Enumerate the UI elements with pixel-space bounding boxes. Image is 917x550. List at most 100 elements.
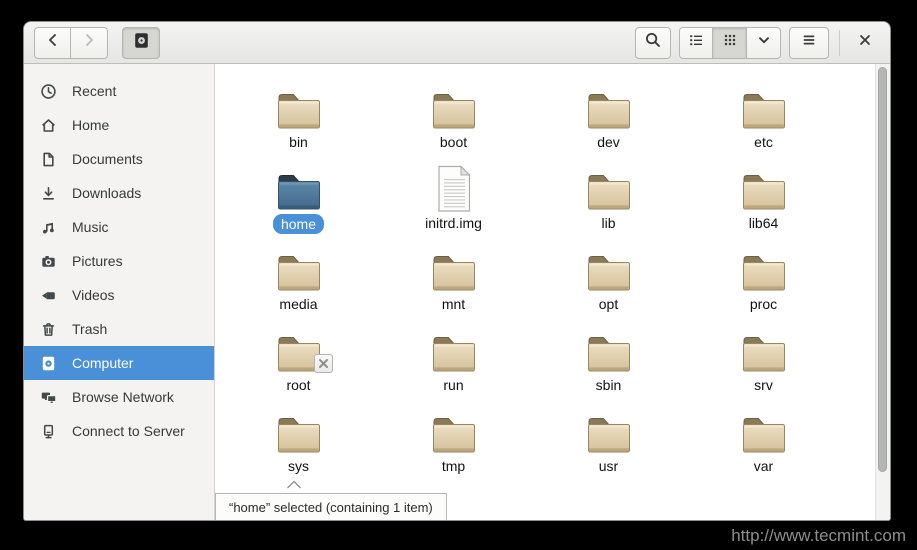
sidebar-item-label: Documents (72, 151, 143, 167)
selection-status-text: “home” selected (containing 1 item) (229, 500, 433, 515)
sidebar-item-trash[interactable]: Trash (24, 312, 214, 346)
sidebar-item-connect-to-server[interactable]: Connect to Server (24, 414, 214, 448)
folder-icon (428, 76, 480, 133)
chevron-down-icon (755, 31, 773, 54)
hamburger-icon (800, 31, 818, 54)
file-item-label: tmp (442, 457, 465, 475)
sidebar-item-label: Music (72, 219, 109, 235)
main-area: Recent Home Documents Downloads Music Picture… (24, 64, 890, 520)
file-item-label: srv (754, 376, 773, 394)
folder-icon (583, 157, 635, 214)
sidebar-item-computer[interactable]: Computer (24, 346, 214, 380)
file-item-label: sys (288, 457, 309, 475)
folder-selected-icon (273, 157, 325, 214)
home-icon (40, 117, 57, 134)
file-item-var[interactable]: var (686, 400, 841, 481)
file-item-label: sbin (596, 376, 622, 394)
clock-icon (40, 83, 57, 100)
file-item-label: media (279, 295, 317, 313)
places-sidebar: Recent Home Documents Downloads Music Picture… (24, 64, 215, 520)
folder-icon (273, 76, 325, 133)
search-button[interactable] (635, 27, 671, 59)
selection-status-bar: “home” selected (containing 1 item) (215, 493, 447, 520)
file-item-sys[interactable]: sys (221, 400, 376, 481)
folder-icon (583, 238, 635, 295)
sidebar-item-label: Pictures (72, 253, 123, 269)
folder-icon (273, 400, 325, 457)
sidebar-item-home[interactable]: Home (24, 108, 214, 142)
file-item-label: usr (599, 457, 618, 475)
file-item-label: mnt (442, 295, 465, 313)
sidebar-item-label: Connect to Server (72, 423, 185, 439)
file-item-label: boot (440, 133, 467, 151)
file-item-bin[interactable]: bin (221, 76, 376, 157)
download-icon (40, 185, 57, 202)
folder-icon (738, 238, 790, 295)
sidebar-item-music[interactable]: Music (24, 210, 214, 244)
file-item-label: opt (599, 295, 618, 313)
file-item-run[interactable]: run (376, 319, 531, 400)
chevron-right-icon (80, 31, 98, 54)
file-item-dev[interactable]: dev (531, 76, 686, 157)
file-item-root[interactable]: root (221, 319, 376, 400)
document-icon (40, 151, 57, 168)
file-item-boot[interactable]: boot (376, 76, 531, 157)
forward-button[interactable] (71, 27, 108, 59)
file-item-etc[interactable]: etc (686, 76, 841, 157)
music-icon (40, 219, 57, 236)
location-computer-button[interactable] (122, 27, 160, 59)
file-item-lib64[interactable]: lib64 (686, 157, 841, 238)
file-item-label: proc (750, 295, 777, 313)
scrollbar-thumb[interactable] (878, 67, 887, 472)
vertical-scrollbar[interactable] (875, 64, 890, 520)
file-item-label: initrd.img (425, 214, 482, 232)
sidebar-item-label: Home (72, 117, 109, 133)
sidebar-item-downloads[interactable]: Downloads (24, 176, 214, 210)
folder-icon (738, 76, 790, 133)
file-item-label: var (754, 457, 773, 475)
file-item-label: root (286, 376, 310, 394)
file-item-media[interactable]: media (221, 238, 376, 319)
folder-icon (428, 319, 480, 376)
file-item-label: run (443, 376, 463, 394)
file-item-usr[interactable]: usr (531, 400, 686, 481)
folder-icon (583, 319, 635, 376)
list-view-button[interactable] (679, 27, 713, 59)
sidebar-item-browse-network[interactable]: Browse Network (24, 380, 214, 414)
sidebar-item-label: Trash (72, 321, 107, 337)
view-list-icon (687, 31, 705, 54)
file-item-label: dev (597, 133, 620, 151)
sidebar-item-documents[interactable]: Documents (24, 142, 214, 176)
file-item-initrd-img[interactable]: initrd.img (376, 157, 531, 238)
file-item-opt[interactable]: opt (531, 238, 686, 319)
close-x-icon (857, 32, 873, 53)
back-button[interactable] (34, 27, 71, 59)
statusbar-collapse-caret[interactable] (286, 476, 302, 494)
file-item-lib[interactable]: lib (531, 157, 686, 238)
sidebar-item-recent[interactable]: Recent (24, 74, 214, 108)
file-item-home[interactable]: home (221, 157, 376, 238)
file-item-sbin[interactable]: sbin (531, 319, 686, 400)
file-item-mnt[interactable]: mnt (376, 238, 531, 319)
view-options-dropdown-button[interactable] (747, 27, 781, 59)
chevron-left-icon (44, 31, 62, 54)
camera-icon (40, 253, 57, 270)
close-button[interactable] (850, 28, 880, 58)
file-item-proc[interactable]: proc (686, 238, 841, 319)
sidebar-item-label: Recent (72, 83, 116, 99)
sidebar-item-videos[interactable]: Videos (24, 278, 214, 312)
view-button-group (679, 27, 781, 59)
file-item-srv[interactable]: srv (686, 319, 841, 400)
view-grid-icon (721, 31, 739, 54)
app-menu-button[interactable] (789, 27, 829, 59)
header-bar (24, 22, 890, 64)
file-item-label: home (273, 214, 324, 234)
sidebar-item-pictures[interactable]: Pictures (24, 244, 214, 278)
sidebar-item-label: Computer (72, 355, 133, 371)
watermark-url: http://www.tecmint.com (731, 526, 906, 546)
file-item-label: lib (601, 214, 615, 232)
folder-icon (273, 238, 325, 295)
no-access-x-emblem-icon (314, 354, 333, 373)
grid-view-button[interactable] (713, 27, 747, 59)
file-item-tmp[interactable]: tmp (376, 400, 531, 481)
